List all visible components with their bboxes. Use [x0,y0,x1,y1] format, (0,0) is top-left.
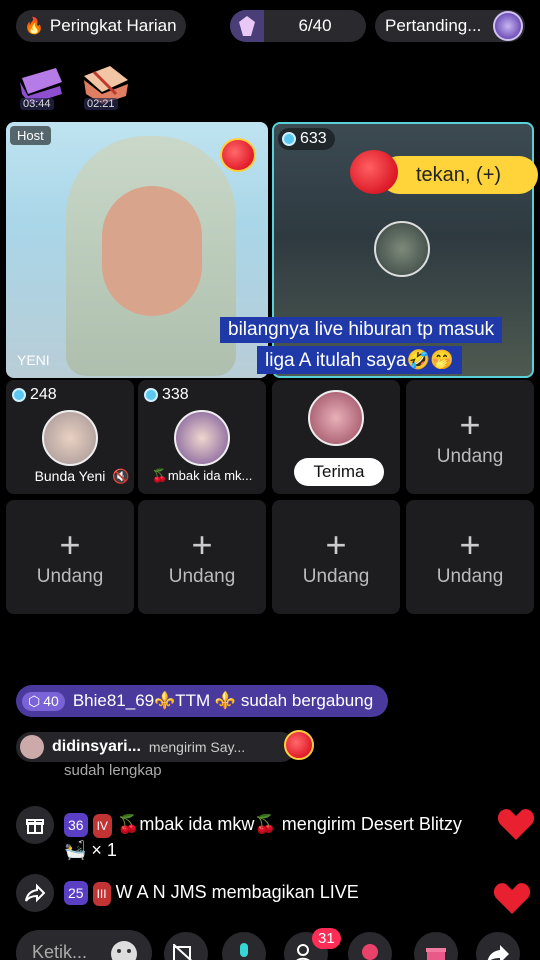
treasure-chest-1[interactable]: 03:44 [16,64,66,110]
fire-icon: 🔥 [24,18,44,35]
gift-user: didinsyari... [52,738,141,755]
avatar [20,735,44,759]
plus-icon: + [191,524,213,565]
host-face [102,186,202,316]
fan-badge: III [92,882,111,906]
avatar [174,410,230,466]
avatar [308,390,364,446]
heart-like-icon[interactable] [492,880,532,916]
invite-seat-2[interactable]: + Undang [6,500,134,614]
join-text: Bhie81_69⚜️TTM ⚜️ sudah bergabung [72,691,374,710]
join-notice: ⬡ 40 Bhie81_69⚜️TTM ⚜️ sudah bergabung [16,685,388,717]
chest-timer: 02:21 [84,98,118,110]
daily-rank-button[interactable]: 🔥 Peringkat Harian [16,10,186,42]
caption-line-2: liga A itulah saya🤣🤭 [257,346,462,374]
share-icon[interactable] [16,874,54,912]
invite-label: Undang [168,566,236,587]
tekan-label: tekan, (+) [416,163,502,186]
invite-seat-4[interactable]: + Undang [272,500,400,614]
guest-avatar[interactable] [374,221,430,277]
invite-label: Undang [302,566,370,587]
treasure-chest-2[interactable]: 02:21 [80,64,130,110]
fan-badge: IV [92,814,112,838]
daily-rank-label: Peringkat Harian [49,16,177,35]
heart-like-icon[interactable] [496,806,536,842]
gift-heart-icon [284,730,314,760]
mic-muted-icon: 🔇 [112,468,130,484]
bottom-toolbar: Ketik... 31 [0,928,540,960]
comment-item: 25 III W A N JMS membagikan LIVE [16,874,486,914]
chest-timer: 03:44 [20,98,54,110]
coin-icon [144,388,158,402]
level-badge: ⬡ 40 [22,691,65,711]
gift-box-icon[interactable] [414,932,458,960]
match-avatar [493,11,523,41]
level-icon: ⬡ [28,692,41,709]
camera-off-icon[interactable] [164,932,208,960]
truncated-comment: sudah lengkap [64,762,162,779]
host-role-tag: Host [10,126,51,145]
caption-line-1: bilangnya live hiburan tp masuk [220,317,503,343]
guest-score: 633 [278,128,335,150]
invite-label: Undang [436,446,504,467]
share-arrow-icon[interactable] [476,932,520,960]
level-badge: 36 [64,813,88,837]
guest-seat-2[interactable]: 338 🍒mbak ida mk... [138,380,266,494]
invite-label: Undang [436,566,504,587]
plus-icon: + [459,524,481,565]
avatar [42,410,98,466]
guest-seat-1[interactable]: 248 Bunda Yeni 🔇 [6,380,134,494]
seat-name: 🍒mbak ida mk... [151,468,253,483]
gift-notice: didinsyari... mengirim Say... [16,732,296,762]
plus-icon: + [59,524,81,565]
accept-button[interactable]: Terima [294,458,384,486]
gem-counter[interactable]: 6/40 [230,10,366,42]
tekan-banner[interactable]: tekan, (+) [380,156,538,194]
invite-seat-1[interactable]: + Undang [406,380,534,494]
level-badge: 25 [64,881,88,905]
mic-icon[interactable] [222,932,266,960]
seat-score: 248 [12,386,57,404]
participants-count: 31 [312,928,341,949]
guest-seat-3[interactable]: Terima [272,380,400,494]
gift-icon[interactable] [16,806,54,844]
coin-icon [12,388,26,402]
comment-item: 36 IV 🍒mbak ida mkw🍒 mengirim Desert Bli… [16,806,486,866]
invite-seat-3[interactable]: + Undang [138,500,266,614]
seat-score: 338 [144,386,189,404]
comment-text: 🍒mbak ida mkw🍒 mengirim Desert Blitzy 🛀 … [64,814,462,860]
plus-icon: + [325,524,347,565]
gem-icon [230,10,264,42]
host-name: YENI [17,352,50,368]
counter-value: 6/40 [298,16,332,35]
plus-icon: + [459,404,481,445]
invite-seat-5[interactable]: + Undang [406,500,534,614]
match-label: Pertanding... [385,16,482,35]
comment-text: W A N JMS membagikan LIVE [115,882,359,902]
coin-icon [282,132,296,146]
gift-action: mengirim Say... [148,739,246,755]
invite-label: Undang [36,566,104,587]
heart-icon [220,138,256,172]
match-button[interactable]: Pertanding... [375,10,525,42]
heart-mascot-icon [350,150,398,194]
rose-gift-icon[interactable] [348,932,392,960]
